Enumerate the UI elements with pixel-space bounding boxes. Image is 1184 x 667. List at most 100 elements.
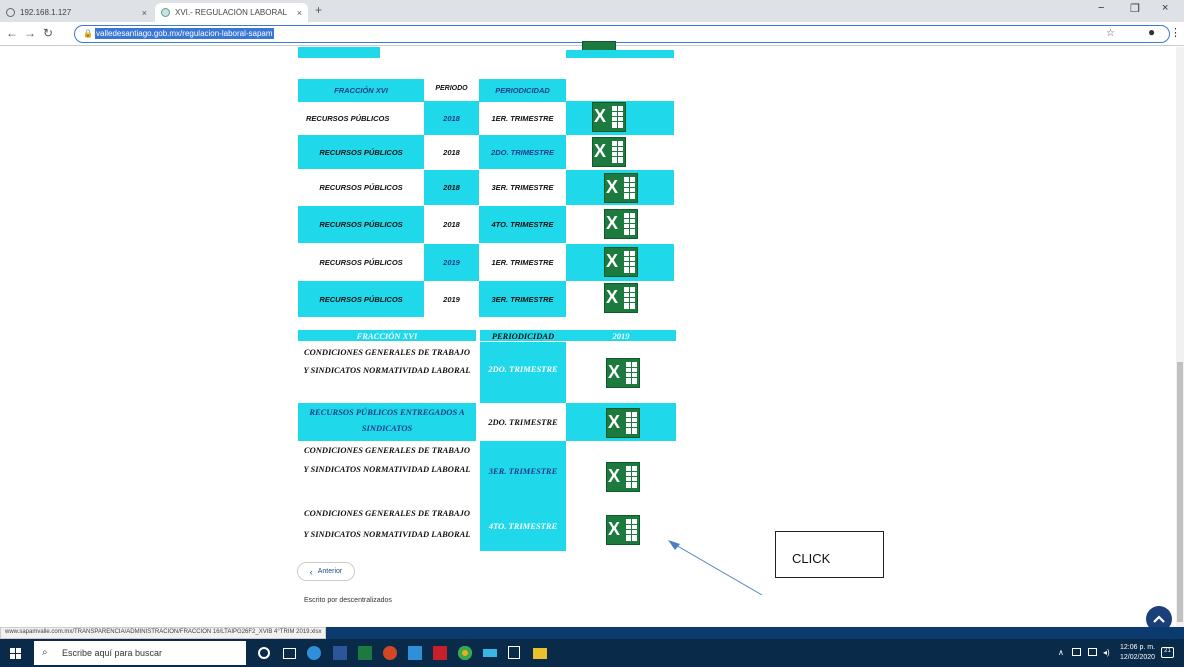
new-tab-button[interactable]: + [315, 3, 322, 17]
clock-date: 12/02/2020 [1120, 654, 1156, 661]
row2-year: 2018 [443, 147, 460, 157]
row2-period: 2DO. TRIMESTRE [479, 135, 566, 169]
t2-row4-concept-line1: CONDICIONES GENERALES DE TRABAJO [303, 508, 471, 518]
app-icon[interactable] [483, 649, 497, 657]
chevron-up-icon [1153, 615, 1165, 623]
network-icon[interactable] [1088, 648, 1097, 656]
excel-icon[interactable] [358, 646, 372, 660]
t2-row34-period-cell [480, 441, 566, 551]
t2-row3-period: 3ER. TRIMESTRE [488, 466, 558, 476]
tab-close-button[interactable]: × [297, 8, 302, 18]
reload-icon[interactable]: ↻ [43, 26, 53, 40]
file-explorer-icon[interactable] [533, 648, 547, 659]
calculator-icon[interactable] [508, 646, 520, 659]
chevron-left-icon: ‹ [309, 566, 313, 577]
t2-row1-period: 2DO. TRIMESTRE [488, 364, 558, 374]
annotation-click-box: CLICK [775, 531, 884, 578]
bookmark-star-icon[interactable]: ☆ [1106, 28, 1115, 39]
table-remnant-cell [566, 50, 674, 58]
minimize-button[interactable]: − [1098, 2, 1104, 14]
scrollbar-thumb[interactable] [1177, 362, 1183, 622]
t2-row2-concept-line1: RECURSOS PÚBLICOS ENTREGADOS A [309, 407, 465, 417]
chrome-icon[interactable] [458, 646, 472, 660]
close-window-button[interactable]: × [1162, 2, 1168, 14]
header-year-2: 2019 [566, 330, 676, 341]
t2-row1-concept-line2: Y SINDICATOS NORMATIVIDAD LABORAL [303, 365, 471, 375]
forward-icon[interactable]: → [24, 26, 36, 40]
tab-title: 192.168.1.127 [20, 8, 72, 17]
volume-icon[interactable]: ◂) [1103, 648, 1110, 657]
tab-regulacion-laboral[interactable]: XVI.- REGULACIÓN LABORAL × [155, 3, 308, 22]
previous-button[interactable]: ‹ Anterior [297, 562, 355, 581]
header-periodicidad-2: PERIODICIDAD [480, 330, 566, 341]
excel-download-icon[interactable]: X [604, 283, 638, 313]
previous-label: Anterior [317, 568, 343, 575]
excel-download-icon[interactable]: X [606, 408, 640, 438]
powerpoint-icon[interactable] [383, 646, 397, 660]
row3-year: 2018 [424, 170, 479, 205]
t2-row3-concept-line2: Y SINDICATOS NORMATIVIDAD LABORAL [303, 464, 471, 474]
row4-period: 4TO. TRIMESTRE [479, 206, 566, 243]
cortana-icon[interactable] [258, 647, 270, 659]
annotation-label: CLICK [792, 551, 831, 566]
site-favicon-icon [161, 8, 170, 17]
excel-download-icon[interactable]: X [604, 247, 638, 277]
windows-taskbar: ⌕ Escribe aquí para buscar ∧ ◂) 12:06 p.… [0, 639, 1184, 667]
search-icon: ⌕ [42, 647, 48, 658]
row6-period: 3ER. TRIMESTRE [479, 281, 566, 317]
row3-period: 3ER. TRIMESTRE [491, 183, 554, 192]
row5-period: 1ER. TRIMESTRE [491, 258, 554, 267]
t2-row2-period: 2DO. TRIMESTRE [488, 417, 558, 427]
edge-icon[interactable] [307, 646, 321, 660]
excel-download-icon[interactable]: X [604, 209, 638, 239]
tab-title: XVI.- REGULACIÓN LABORAL [175, 8, 288, 17]
excel-download-icon[interactable]: X [592, 102, 626, 132]
row6-concept: RECURSOS PÚBLICOS [298, 281, 424, 317]
row1-concept: RECURSOS PÚBLICOS [306, 113, 390, 123]
system-clock[interactable]: 12:06 p. m. 12/02/2020 [1120, 643, 1155, 663]
tray-app-icon[interactable] [1072, 648, 1081, 656]
row4-concept: RECURSOS PÚBLICOS [298, 206, 424, 243]
notification-center-icon[interactable]: 21 [1161, 647, 1174, 658]
screen: 192.168.1.127 × XVI.- REGULACIÓN LABORAL… [0, 0, 1184, 667]
annotation-arrow [668, 540, 763, 596]
row1-period: 1ER. TRIMESTRE [491, 113, 554, 123]
globe-icon [6, 8, 15, 17]
excel-download-icon[interactable]: X [604, 173, 638, 203]
author-line: Escrito por descentralizados [304, 597, 392, 604]
browser-tab-strip: 192.168.1.127 × XVI.- REGULACIÓN LABORAL… [0, 0, 1184, 22]
excel-download-icon[interactable]: X [606, 462, 640, 492]
outlook-icon[interactable] [408, 646, 422, 660]
account-icon[interactable]: ● [1148, 25, 1155, 39]
clock-time: 12:06 p. m. [1120, 644, 1156, 651]
menu-dots-icon[interactable]: ⋮ [1170, 26, 1181, 39]
row1-year: 2018 [424, 101, 479, 135]
windows-start-icon[interactable] [10, 648, 21, 659]
excel-download-icon[interactable]: X [606, 358, 640, 388]
filezilla-icon[interactable] [433, 646, 447, 660]
tab-ip[interactable]: 192.168.1.127 × [0, 3, 153, 22]
header-fraccion: FRACCIÓN XVI [298, 79, 424, 102]
maximize-button[interactable]: ❐ [1130, 2, 1140, 15]
back-icon[interactable]: ← [6, 26, 18, 40]
excel-download-icon[interactable]: X [592, 137, 626, 167]
task-view-icon[interactable] [283, 648, 296, 659]
header-periodo: PERIODO [435, 85, 468, 92]
row5-year: 2019 [424, 244, 479, 281]
table-remnant-cell [298, 47, 380, 58]
excel-download-icon-target[interactable]: X [606, 515, 640, 545]
header-fraccion-2: FRACCIÓN XVI [298, 330, 476, 341]
status-url: www.sapamvalle.com.mx/TRANSPARENCIA/ADMI… [0, 627, 327, 639]
t2-row3-concept-line1: CONDICIONES GENERALES DE TRABAJO [303, 445, 471, 455]
row6-year: 2019 [443, 294, 460, 304]
tab-close-button[interactable]: × [142, 8, 147, 18]
taskbar-search[interactable]: ⌕ Escribe aquí para buscar [34, 641, 246, 665]
t2-row1-concept-line1: CONDICIONES GENERALES DE TRABAJO [303, 347, 471, 357]
url-text[interactable]: valledesantiago.gob.mx/regulacion-labora… [95, 28, 274, 39]
word-icon[interactable] [333, 646, 347, 660]
row3-concept: RECURSOS PÚBLICOS [319, 183, 403, 192]
address-bar[interactable]: 🔒 valledesantiago.gob.mx/regulacion-labo… [74, 25, 1170, 43]
header-periodicidad: PERIODICIDAD [479, 79, 566, 102]
row4-year: 2018 [443, 220, 460, 229]
tray-chevron-icon[interactable]: ∧ [1058, 648, 1064, 657]
